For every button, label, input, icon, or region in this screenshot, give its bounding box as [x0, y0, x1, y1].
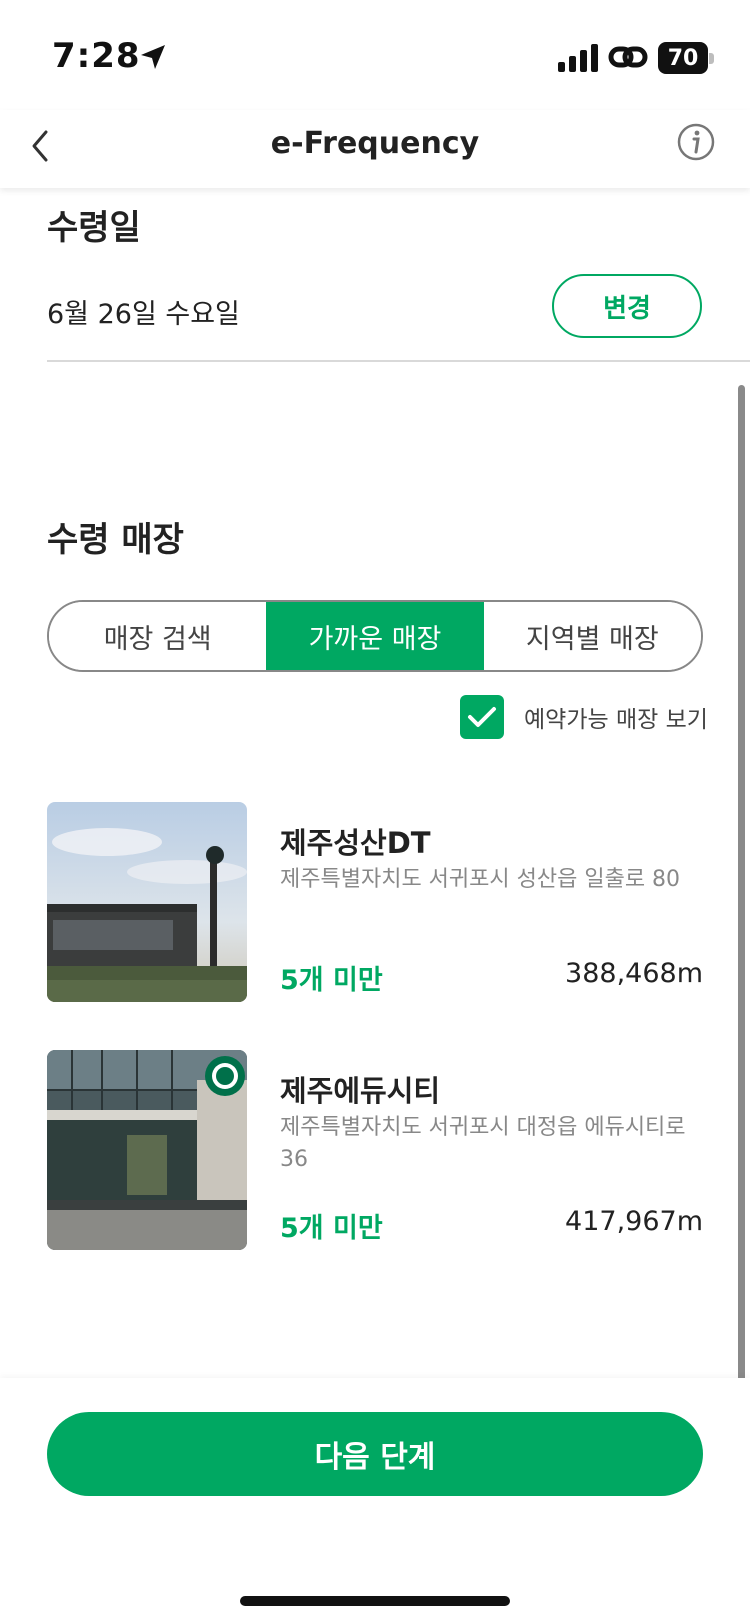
store-photo: [47, 1050, 247, 1250]
status-time: 7:28: [52, 36, 141, 76]
store-photo: [47, 802, 247, 1002]
tab-nearby-stores[interactable]: 가까운 매장: [266, 602, 484, 670]
page-title: e-Frequency: [270, 126, 480, 161]
pickup-date-value: 6월 26일 수요일: [47, 299, 240, 330]
store-distance: 417,967m: [565, 1206, 703, 1237]
home-indicator[interactable]: [240, 1596, 510, 1606]
pickup-date-heading: 수령일: [47, 208, 141, 248]
personal-hotspot-icon: [608, 46, 648, 68]
battery-level: 70: [667, 45, 699, 71]
status-bar: 7:28 70: [0, 0, 750, 110]
reservable-filter[interactable]: 예약가능 매장 보기: [460, 694, 708, 740]
store-search-tabs: 매장 검색 가까운 매장 지역별 매장: [47, 600, 703, 672]
reservable-filter-label: 예약가능 매장 보기: [524, 707, 708, 733]
store-list-item[interactable]: 제주성산DT 제주특별자치도 서귀포시 성산읍 일출로 80 5개 미만 388…: [47, 802, 703, 1002]
section-divider: [47, 360, 750, 362]
reservable-checkbox[interactable]: [460, 695, 504, 739]
store-stock: 5개 미만: [280, 965, 383, 996]
nav-header: e-Frequency: [0, 110, 750, 188]
tab-region-stores[interactable]: 지역별 매장: [483, 602, 701, 670]
checkmark-icon: [468, 707, 496, 727]
change-date-button[interactable]: 변경: [552, 274, 702, 338]
next-step-button[interactable]: 다음 단계: [47, 1412, 703, 1496]
store-stock: 5개 미만: [280, 1213, 383, 1244]
pickup-store-heading: 수령 매장: [47, 520, 184, 560]
battery-icon: 70: [658, 42, 714, 74]
info-icon[interactable]: [676, 122, 716, 162]
scrollbar[interactable]: [738, 385, 745, 1495]
cellular-signal-icon: [558, 44, 598, 72]
location-arrow-icon: [141, 45, 165, 69]
store-distance: 388,468m: [565, 958, 703, 989]
store-address: 제주특별자치도 서귀포시 성산읍 일출로 80: [280, 867, 681, 892]
tab-store-search[interactable]: 매장 검색: [49, 602, 267, 670]
store-address: 제주특별자치도 서귀포시 대정읍 에듀시티로 36: [280, 1115, 686, 1172]
store-name: 제주에듀시티: [280, 1074, 441, 1108]
store-name: 제주성산DT: [280, 826, 431, 860]
store-list-item[interactable]: 제주에듀시티 제주특별자치도 서귀포시 대정읍 에듀시티로 36 5개 미만 4…: [47, 1050, 703, 1250]
